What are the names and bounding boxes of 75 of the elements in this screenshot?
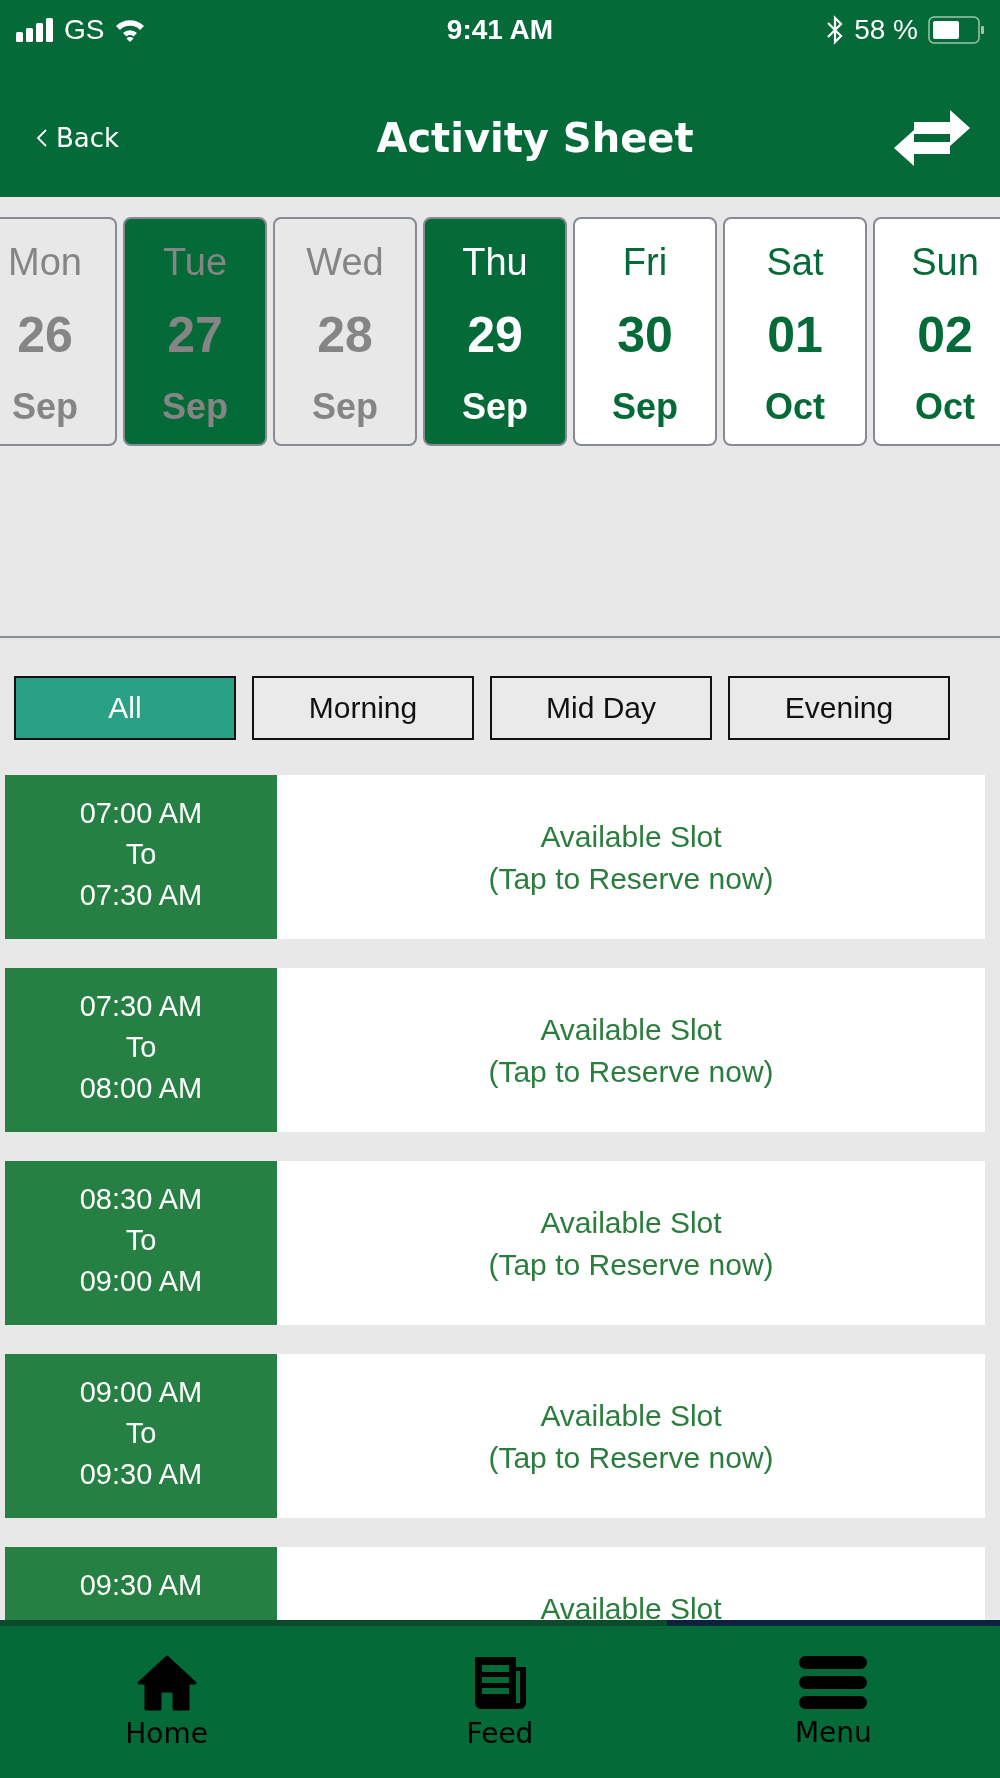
wifi-icon	[114, 18, 147, 42]
month-label: Sep	[162, 386, 228, 428]
time-separator: To	[125, 838, 157, 871]
month-label: Oct	[915, 386, 975, 428]
end-time: 09:30 AM	[79, 1458, 203, 1491]
end-time: 07:30 AM	[79, 879, 203, 912]
day-number: 29	[467, 306, 523, 364]
start-time: 07:30 AM	[79, 990, 203, 1023]
weekday-label: Fri	[622, 241, 668, 284]
time-separator: To	[125, 1031, 157, 1064]
slot-status: Available Slot	[540, 1206, 722, 1240]
weekday-label: Sat	[766, 241, 824, 284]
time-separator: To	[125, 1224, 157, 1257]
slot-panel[interactable]: Available Slot (Tap to Reserve now)	[277, 968, 985, 1132]
swap-arrows-icon[interactable]	[894, 109, 970, 166]
start-time: 08:30 AM	[79, 1183, 203, 1216]
reserve-hint: (Tap to Reserve now)	[488, 1248, 774, 1282]
weekday-label: Wed	[306, 241, 384, 284]
filter-tab[interactable]: Morning	[252, 676, 474, 740]
month-label: Sep	[612, 386, 678, 428]
month-label: Sep	[12, 386, 78, 428]
time-separator: To	[125, 1417, 157, 1450]
menu-icon	[799, 1655, 868, 1710]
slot-status: Available Slot	[540, 1013, 722, 1047]
date-card[interactable]: Wed 28 Sep	[273, 217, 417, 446]
reserve-hint: (Tap to Reserve now)	[488, 862, 774, 896]
weekday-label: Mon	[8, 241, 82, 284]
date-card[interactable]: Sun 02 Oct	[873, 217, 1000, 446]
slot-panel[interactable]: Available Slot	[277, 1547, 985, 1620]
chevron-left-icon	[36, 127, 48, 148]
newspaper-icon	[472, 1654, 528, 1711]
month-label: Sep	[462, 386, 528, 428]
day-number: 01	[767, 306, 823, 364]
filter-tab[interactable]: All	[14, 676, 236, 740]
start-time: 09:30 AM	[79, 1569, 203, 1602]
slot-status: Available Slot	[540, 820, 722, 854]
weekday-label: Sun	[911, 241, 979, 284]
page-title: Activity Sheet	[376, 114, 694, 161]
home-icon	[136, 1654, 197, 1711]
slot-status: Available Slot	[540, 1399, 722, 1433]
back-button[interactable]: Back	[36, 122, 156, 153]
date-card[interactable]: Sat 01 Oct	[723, 217, 867, 446]
reserve-hint: (Tap to Reserve now)	[488, 1055, 774, 1089]
end-time: 08:00 AM	[79, 1072, 203, 1105]
status-time: 9:41 AM	[445, 14, 555, 46]
bluetooth-icon	[826, 15, 845, 45]
date-card[interactable]: Thu 29 Sep	[423, 217, 567, 446]
day-number: 26	[17, 306, 73, 364]
month-label: Sep	[312, 386, 378, 428]
month-label: Oct	[765, 386, 825, 428]
slot-panel[interactable]: Available Slot (Tap to Reserve now)	[277, 775, 985, 939]
nav-item[interactable]: Feed	[333, 1626, 667, 1778]
nav-item[interactable]: Home	[0, 1626, 334, 1778]
filter-tab[interactable]: Evening	[728, 676, 950, 740]
carrier-name: GS	[64, 14, 105, 46]
day-number: 02	[917, 306, 973, 364]
reserve-hint: (Tap to Reserve now)	[488, 1441, 774, 1475]
start-time: 09:00 AM	[79, 1376, 203, 1409]
weekday-label: Thu	[462, 241, 528, 284]
battery-icon	[928, 16, 984, 44]
date-card[interactable]: Mon 26 Sep	[0, 217, 117, 446]
day-number: 27	[167, 306, 223, 364]
date-card[interactable]: Fri 30 Sep	[573, 217, 717, 446]
nav-item[interactable]: Menu	[666, 1626, 1000, 1778]
start-time: 07:00 AM	[79, 797, 203, 830]
day-number: 30	[617, 306, 673, 364]
slot-status: Available Slot	[540, 1592, 722, 1620]
battery-percentage: 58 %	[854, 14, 918, 46]
signal-icon	[16, 18, 54, 42]
filter-tab[interactable]: Mid Day	[490, 676, 712, 740]
day-number: 28	[317, 306, 373, 364]
slot-panel[interactable]: Available Slot (Tap to Reserve now)	[277, 1161, 985, 1325]
slot-panel[interactable]: Available Slot (Tap to Reserve now)	[277, 1354, 985, 1518]
weekday-label: Tue	[162, 241, 228, 284]
end-time: 09:00 AM	[79, 1265, 203, 1298]
